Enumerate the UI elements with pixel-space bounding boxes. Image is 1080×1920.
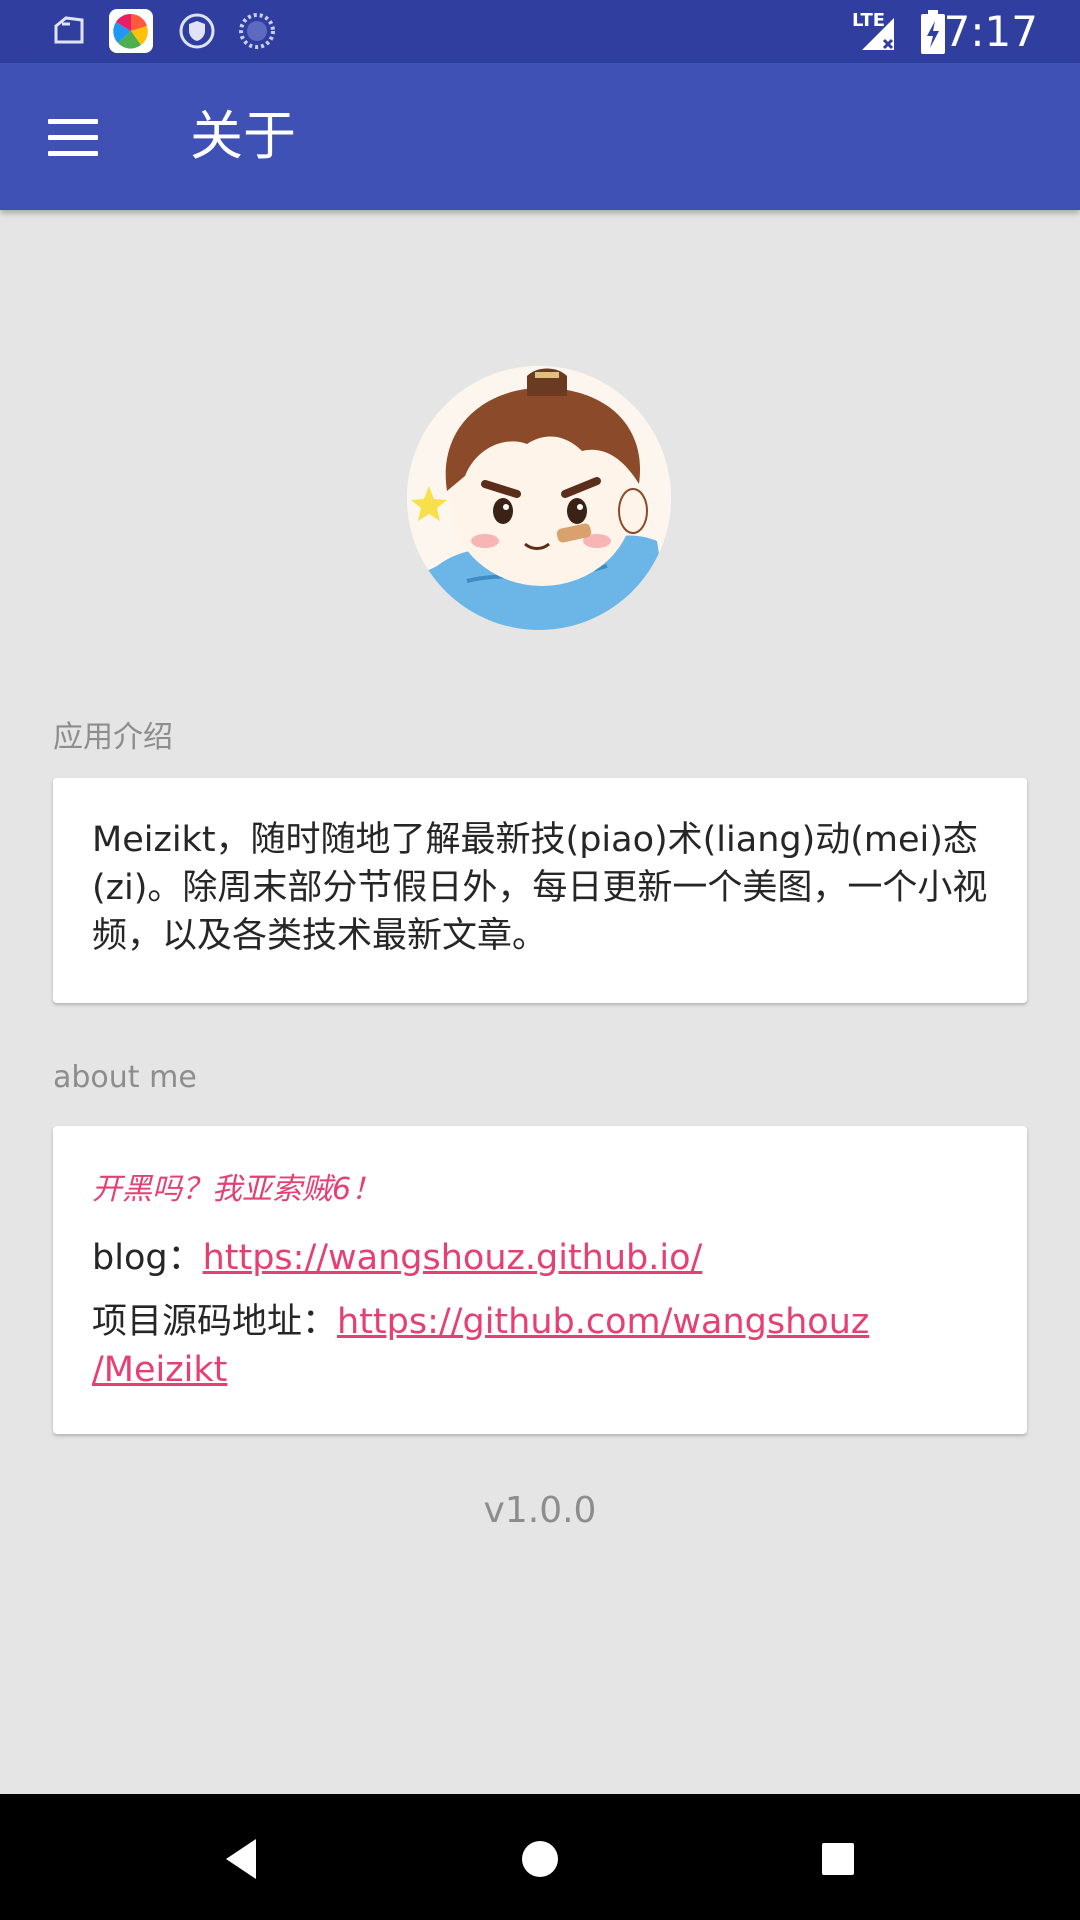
cellular-signal-icon (862, 18, 894, 50)
source-code-row: 项目源码地址：https://github.com/wangshouz/Meiz… (92, 1298, 992, 1394)
blog-row: blog：https://wangshouz.github.io/ (92, 1234, 992, 1282)
app-version: v1.0.0 (483, 1490, 597, 1531)
source-code-link[interactable]: https://github.com/wangshouz (337, 1302, 869, 1342)
developer-avatar (407, 366, 671, 630)
app-bar: 关于 (0, 63, 1080, 210)
sync-progress-icon (239, 13, 275, 49)
intro-section-label: 应用介绍 (53, 720, 173, 755)
status-bar: LTE 7:17 (0, 0, 1080, 63)
home-icon[interactable] (505, 1824, 575, 1894)
recents-icon[interactable] (803, 1824, 873, 1894)
navigation-menu-button[interactable] (32, 103, 114, 171)
blog-label: blog： (92, 1238, 203, 1278)
clock: 7:17 (943, 7, 1038, 56)
source-code-label: 项目源码地址： (92, 1302, 338, 1342)
store-app-icon (109, 9, 153, 53)
cartoon-avatar-image (407, 366, 671, 630)
about-me-section-label: about me (53, 1060, 197, 1095)
page-title: 关于 (190, 106, 296, 167)
source-code-link-continued[interactable]: /Meizikt (92, 1350, 227, 1390)
vpn-shield-icon (179, 13, 215, 49)
developer-quote: 开黑吗？我亚索贼6！ (92, 1172, 382, 1207)
blog-link[interactable]: https://wangshouz.github.io/ (203, 1238, 703, 1278)
system-navigation-bar (0, 1794, 1080, 1920)
back-icon[interactable] (206, 1824, 276, 1894)
intro-card: Meizikt，随时随地了解最新技(piao)术(liang)动(mei)态(z… (53, 778, 1027, 1003)
intro-description: Meizikt，随时随地了解最新技(piao)术(liang)动(mei)态(z… (92, 820, 988, 956)
menu-icon (48, 119, 98, 124)
notification-app-icon (54, 16, 84, 44)
about-me-card: 开黑吗？我亚索贼6！ blog：https://wangshouz.github… (53, 1126, 1027, 1434)
